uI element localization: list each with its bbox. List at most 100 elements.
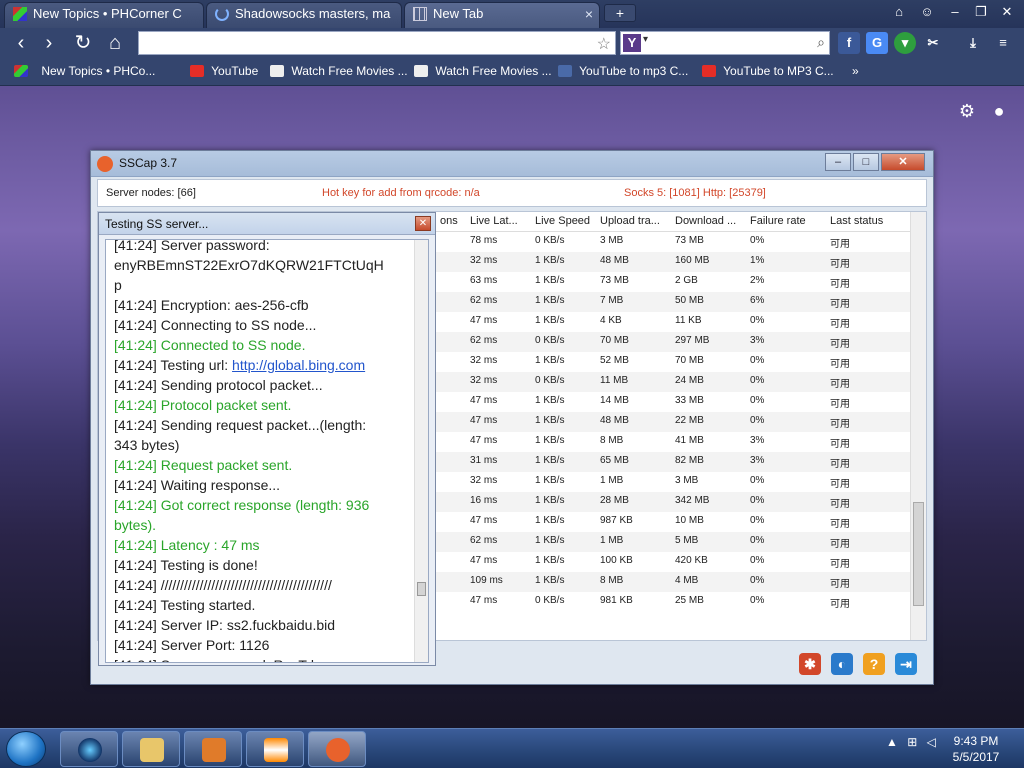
log-line: [41:24] Server password: RqcT-lq: [114, 657, 322, 662]
settings-icon[interactable]: ✱: [799, 653, 821, 675]
search-icon[interactable]: ⌕: [817, 34, 825, 51]
table-cell: 28 MB: [600, 495, 629, 506]
column-header[interactable]: Live Lat...: [470, 215, 518, 227]
profile-icon[interactable]: ☺: [916, 3, 938, 21]
table-cell: 0 KB/s: [535, 375, 565, 386]
table-cell: 可用: [830, 519, 850, 530]
log-line: [41:24] Waiting response...: [114, 477, 281, 493]
table-cell: 0%: [750, 495, 765, 506]
sscap-minimize-button[interactable]: –: [825, 153, 851, 171]
table-cell: 31 ms: [470, 455, 498, 466]
globe-icon[interactable]: ◐: [831, 653, 853, 675]
testing-panel-titlebar[interactable]: Testing SS server... ✕: [99, 213, 435, 235]
home-icon[interactable]: ⌂: [104, 32, 126, 54]
translate-icon[interactable]: G: [866, 32, 888, 54]
reload-icon[interactable]: ↻: [72, 32, 94, 54]
chat-icon[interactable]: ⌂: [888, 3, 910, 21]
table-cell: 0%: [750, 535, 765, 546]
bookmark-item[interactable]: YouTube to MP3 C...: [702, 64, 834, 78]
bookmark-item[interactable]: YouTube to mp3 C...: [558, 64, 688, 78]
bookmark-item[interactable]: Watch Free Movies ...: [414, 64, 552, 78]
start-button[interactable]: [6, 731, 46, 767]
table-cell: 1 KB/s: [535, 415, 565, 426]
back-icon[interactable]: ‹: [10, 32, 32, 54]
table-cell: 1 KB/s: [535, 515, 565, 526]
table-cell: 0%: [750, 415, 765, 426]
table-cell: 1%: [750, 255, 765, 266]
table-cell: 可用: [830, 459, 850, 470]
show-hidden-icons-icon[interactable]: ▲: [886, 735, 898, 749]
taskbar-app-sscap[interactable]: [308, 731, 366, 767]
log-line: [41:24] Connecting to SS node...: [114, 317, 317, 333]
log-scrollbar[interactable]: [414, 240, 428, 662]
gear-icon[interactable]: ⚙: [956, 100, 978, 122]
bookmark-item[interactable]: Watch Free Movies ...: [270, 64, 408, 78]
table-cell: 0%: [750, 475, 765, 486]
table-cell: 47 ms: [470, 555, 498, 566]
search-engine-dropdown-icon[interactable]: ▾: [643, 34, 648, 45]
search-box[interactable]: Y ▾ ⌕: [620, 31, 830, 55]
shield-icon[interactable]: ▾: [894, 32, 916, 54]
table-cell: 4 KB: [600, 315, 622, 326]
table-cell: 47 ms: [470, 415, 498, 426]
restore-icon[interactable]: ❐: [970, 3, 992, 21]
scissors-icon[interactable]: ✂: [922, 32, 944, 54]
table-cell: 32 ms: [470, 255, 498, 266]
menu-icon[interactable]: ≡: [992, 32, 1014, 54]
taskbar-app-explorer[interactable]: [122, 731, 180, 767]
log-line: [41:24] Request packet sent.: [114, 457, 293, 473]
log-line: [41:24] Server password:: [114, 239, 270, 253]
column-header[interactable]: Failure rate: [750, 215, 806, 227]
bookmark-item[interactable]: YouTube: [190, 64, 258, 78]
column-header[interactable]: Upload tra...: [600, 215, 660, 227]
test-url-link[interactable]: http://global.bing.com: [232, 357, 365, 373]
vertical-scrollbar[interactable]: [910, 212, 926, 640]
taskbar-app-vlc[interactable]: [246, 731, 304, 767]
table-cell: 78 ms: [470, 235, 498, 246]
table-cell: 1 KB/s: [535, 435, 565, 446]
new-tab-button[interactable]: +: [604, 4, 636, 22]
sscap-maximize-button[interactable]: □: [853, 153, 879, 171]
log-line: [41:24] Testing url: http://global.bing.…: [114, 357, 366, 373]
testing-panel-close-button[interactable]: ✕: [415, 216, 431, 231]
volume-icon[interactable]: ◁: [927, 735, 936, 749]
bookmark-item[interactable]: New Topics • PHCo...: [14, 64, 155, 78]
sscap-close-button[interactable]: ✕: [881, 153, 925, 171]
tab-shadowsocks[interactable]: Shadowsocks masters, ma: [206, 2, 402, 28]
forward-icon[interactable]: ›: [38, 32, 60, 54]
user-icon[interactable]: ●: [988, 100, 1010, 122]
table-cell: 16 ms: [470, 495, 498, 506]
tab-new-tab[interactable]: New Tab ×: [404, 2, 600, 28]
tab-phcorner[interactable]: New Topics • PHCorner C: [4, 2, 204, 28]
table-cell: 3%: [750, 335, 765, 346]
column-header[interactable]: ons: [440, 215, 458, 227]
network-icon[interactable]: ⊞: [907, 735, 917, 749]
address-bar[interactable]: ☆: [138, 31, 616, 55]
bookmarks-bar: New Topics • PHCo... YouTube Watch Free …: [0, 58, 1024, 86]
facebook-icon[interactable]: f: [838, 32, 860, 54]
browser-toolbar: ‹ › ↻ ⌂ ☆ Y ▾ ⌕ f G ▾ ✂ ⤓ ≡: [0, 28, 1024, 58]
column-header[interactable]: Last status: [830, 215, 883, 227]
table-cell: 2 GB: [675, 275, 698, 286]
clock[interactable]: 9:43 PM 5/5/2017: [948, 733, 1004, 765]
taskbar-app-browser[interactable]: [60, 731, 118, 767]
download-icon[interactable]: ⤓: [962, 32, 984, 54]
column-header[interactable]: Download ...: [675, 215, 736, 227]
sscap-titlebar[interactable]: SSCap 3.7 – □ ✕: [91, 151, 933, 177]
table-cell: 可用: [830, 499, 850, 510]
column-header[interactable]: Live Speed: [535, 215, 590, 227]
table-cell: 47 ms: [470, 395, 498, 406]
date: 5/5/2017: [952, 750, 1000, 764]
bookmarks-overflow-icon[interactable]: »: [852, 64, 859, 78]
phcorner-icon: [13, 7, 27, 21]
taskbar-app-media[interactable]: [184, 731, 242, 767]
close-window-icon[interactable]: ✕: [996, 3, 1018, 21]
help-icon[interactable]: ?: [863, 653, 885, 675]
table-cell: 73 MB: [600, 275, 629, 286]
exit-icon[interactable]: ⇥: [895, 653, 917, 675]
bookmark-star-icon[interactable]: ☆: [597, 34, 611, 54]
minimize-icon[interactable]: –: [944, 3, 966, 21]
log-line: bytes).: [114, 517, 157, 533]
table-cell: 3%: [750, 455, 765, 466]
close-tab-icon[interactable]: ×: [585, 3, 593, 25]
